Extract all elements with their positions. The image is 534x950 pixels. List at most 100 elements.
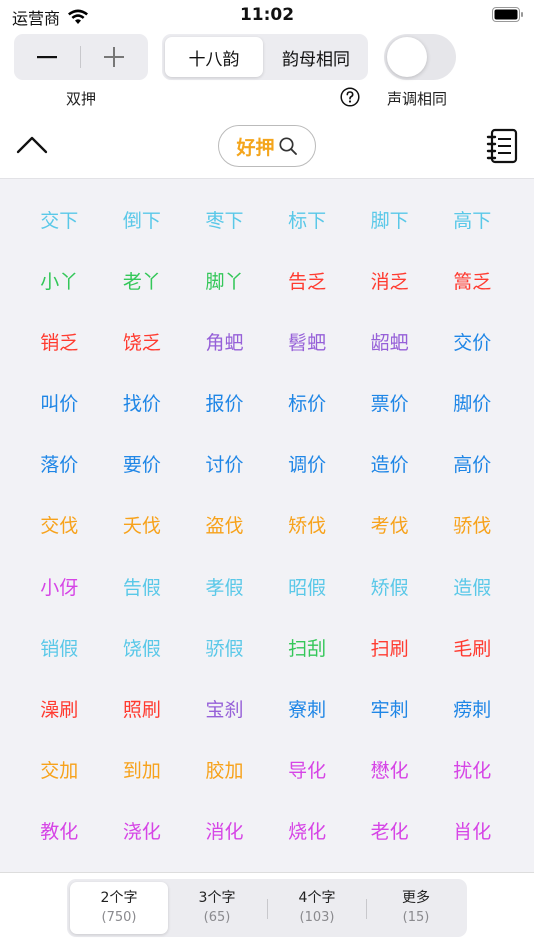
rhyme-word[interactable]: 到加 xyxy=(101,729,184,790)
rhyme-word[interactable]: 昭假 xyxy=(266,546,349,607)
tab-label: 2个字 xyxy=(100,890,138,906)
rhyme-word[interactable]: 考伐 xyxy=(348,484,431,545)
rhyme-word[interactable]: 交伐 xyxy=(18,484,101,545)
rhyme-word[interactable]: 痨刺 xyxy=(431,668,514,729)
rhyme-word[interactable]: 找价 xyxy=(101,362,184,423)
tab-count: (750) xyxy=(101,910,137,925)
increment-button[interactable] xyxy=(81,34,147,80)
tab-label: 3个字 xyxy=(198,890,236,906)
rhyme-word[interactable]: 老丫 xyxy=(101,240,184,301)
rhyme-grid: 交下 倒下 枣下 标下 脚下 高下小丫 老丫 脚丫 告乏 消乏 篙乏销乏 饶乏 角蚆 髫蚆 龆蚆 交价叫价 找价… xyxy=(18,179,514,851)
rhyme-word[interactable]: 高价 xyxy=(431,423,514,484)
rhyme-word[interactable]: 调价 xyxy=(266,423,349,484)
rhyme-word[interactable]: 小伢 xyxy=(18,546,101,607)
rhyme-word[interactable]: 小丫 xyxy=(18,240,101,301)
rhyme-word[interactable]: 消乏 xyxy=(348,240,431,301)
rhyme-word[interactable]: 交加 xyxy=(18,729,101,790)
rhyme-word[interactable]: 倒下 xyxy=(101,179,184,240)
rhyme-word[interactable]: 教化 xyxy=(18,790,101,851)
tab-two-chars[interactable]: 2个字 (750) xyxy=(70,882,168,934)
rhyme-word[interactable]: 烧化 xyxy=(266,790,349,851)
chevron-up-icon[interactable] xyxy=(16,132,48,158)
rhyme-word[interactable]: 标价 xyxy=(266,362,349,423)
search-icon xyxy=(278,137,297,155)
minus-icon xyxy=(37,56,57,59)
rhyme-word[interactable]: 销假 xyxy=(18,607,101,668)
rhyme-word[interactable]: 脚下 xyxy=(348,179,431,240)
rhyme-word[interactable]: 矫伐 xyxy=(266,484,349,545)
help-icon[interactable] xyxy=(340,87,360,107)
rhyme-word[interactable]: 饶乏 xyxy=(101,301,184,362)
segment-eighteen-rhymes[interactable]: 十八韵 xyxy=(165,37,263,77)
rhyme-word[interactable]: 报价 xyxy=(183,362,266,423)
plus-icon xyxy=(104,47,124,67)
rhyme-word[interactable]: 交价 xyxy=(431,301,514,362)
bottom-bar: 2个字 (750) 3个字 (65) 4个字 (103) 更多 (15) xyxy=(0,872,534,950)
tab-three-chars[interactable]: 3个字 (65) xyxy=(168,882,266,934)
word-length-tabs: 2个字 (750) 3个字 (65) 4个字 (103) 更多 (15) xyxy=(67,879,467,937)
same-tone-toggle[interactable] xyxy=(384,34,456,80)
rhyme-word[interactable]: 老化 xyxy=(348,790,431,851)
tab-label: 4个字 xyxy=(298,890,336,906)
rhyme-word[interactable]: 导化 xyxy=(266,729,349,790)
clock: 11:02 xyxy=(239,5,295,25)
rhyme-word[interactable]: 高下 xyxy=(431,179,514,240)
tab-label: 更多 xyxy=(402,890,430,906)
notebook-icon[interactable] xyxy=(486,128,518,164)
rhyme-word[interactable]: 枣下 xyxy=(183,179,266,240)
rhyme-word[interactable]: 澡刷 xyxy=(18,668,101,729)
rhyme-word[interactable]: 脚丫 xyxy=(183,240,266,301)
segment-same-finals[interactable]: 韵母相同 xyxy=(267,37,365,77)
decrement-button[interactable] xyxy=(14,34,80,80)
tab-four-chars[interactable]: 4个字 (103) xyxy=(268,882,366,934)
rhyme-results-area: 交下 倒下 枣下 标下 脚下 高下小丫 老丫 脚丫 告乏 消乏 篙乏销乏 饶乏 角蚆 髫蚆 龆蚆 交价叫价 找价… xyxy=(0,178,534,872)
rhyme-word[interactable]: 告乏 xyxy=(266,240,349,301)
rhyme-word[interactable]: 毛刷 xyxy=(431,607,514,668)
rhyme-word[interactable]: 懋化 xyxy=(348,729,431,790)
rhyme-word[interactable]: 要价 xyxy=(101,423,184,484)
search-label: 好押 xyxy=(236,136,275,159)
rhyme-word[interactable]: 浇化 xyxy=(101,790,184,851)
search-button[interactable]: 好押 xyxy=(218,125,316,167)
rhyme-word[interactable]: 扰化 xyxy=(431,729,514,790)
rhyme-word[interactable]: 标下 xyxy=(266,179,349,240)
rhyme-word[interactable]: 照刷 xyxy=(101,668,184,729)
rhyme-word[interactable]: 叫价 xyxy=(18,362,101,423)
rhyme-word[interactable]: 胶加 xyxy=(183,729,266,790)
rhyme-word[interactable]: 扫刷 xyxy=(348,607,431,668)
rhyme-word[interactable]: 交下 xyxy=(18,179,101,240)
rhyme-word[interactable]: 龆蚆 xyxy=(348,301,431,362)
rhyme-word[interactable]: 骄伐 xyxy=(431,484,514,545)
tab-count: (103) xyxy=(299,910,335,925)
rhyme-word[interactable]: 扫刮 xyxy=(266,607,349,668)
stepper-label: 双押 xyxy=(65,90,96,108)
rhyme-word[interactable]: 孝假 xyxy=(183,546,266,607)
rhyme-word[interactable]: 告假 xyxy=(101,546,184,607)
rhyme-word[interactable]: 牢刺 xyxy=(348,668,431,729)
rhyme-word[interactable]: 角蚆 xyxy=(183,301,266,362)
rhyme-mode-segmented-control: 十八韵 韵母相同 xyxy=(162,34,368,80)
rhyme-word[interactable]: 骄假 xyxy=(183,607,266,668)
rhyme-word[interactable]: 消化 xyxy=(183,790,266,851)
tab-more[interactable]: 更多 (15) xyxy=(367,882,465,934)
toggle-knob xyxy=(387,37,427,77)
tab-count: (65) xyxy=(203,910,231,925)
rhyme-word[interactable]: 讨价 xyxy=(183,423,266,484)
rhyme-word[interactable]: 饶假 xyxy=(101,607,184,668)
rhyme-word[interactable]: 造假 xyxy=(431,546,514,607)
rhyme-word[interactable]: 造价 xyxy=(348,423,431,484)
rhyme-word[interactable]: 票价 xyxy=(348,362,431,423)
rhyme-word[interactable]: 盗伐 xyxy=(183,484,266,545)
battery-icon xyxy=(492,7,523,22)
rhyme-word[interactable]: 寮刺 xyxy=(266,668,349,729)
rhyme-word[interactable]: 矫假 xyxy=(348,546,431,607)
rhyme-word[interactable]: 落价 xyxy=(18,423,101,484)
rhyme-word[interactable]: 肖化 xyxy=(431,790,514,851)
rhyme-word[interactable]: 篙乏 xyxy=(431,240,514,301)
status-bar: 运营商 11:02 xyxy=(0,0,534,30)
rhyme-word[interactable]: 髫蚆 xyxy=(266,301,349,362)
rhyme-word[interactable]: 销乏 xyxy=(18,301,101,362)
rhyme-word[interactable]: 宝刹 xyxy=(183,668,266,729)
rhyme-word[interactable]: 夭伐 xyxy=(101,484,184,545)
rhyme-word[interactable]: 脚价 xyxy=(431,362,514,423)
